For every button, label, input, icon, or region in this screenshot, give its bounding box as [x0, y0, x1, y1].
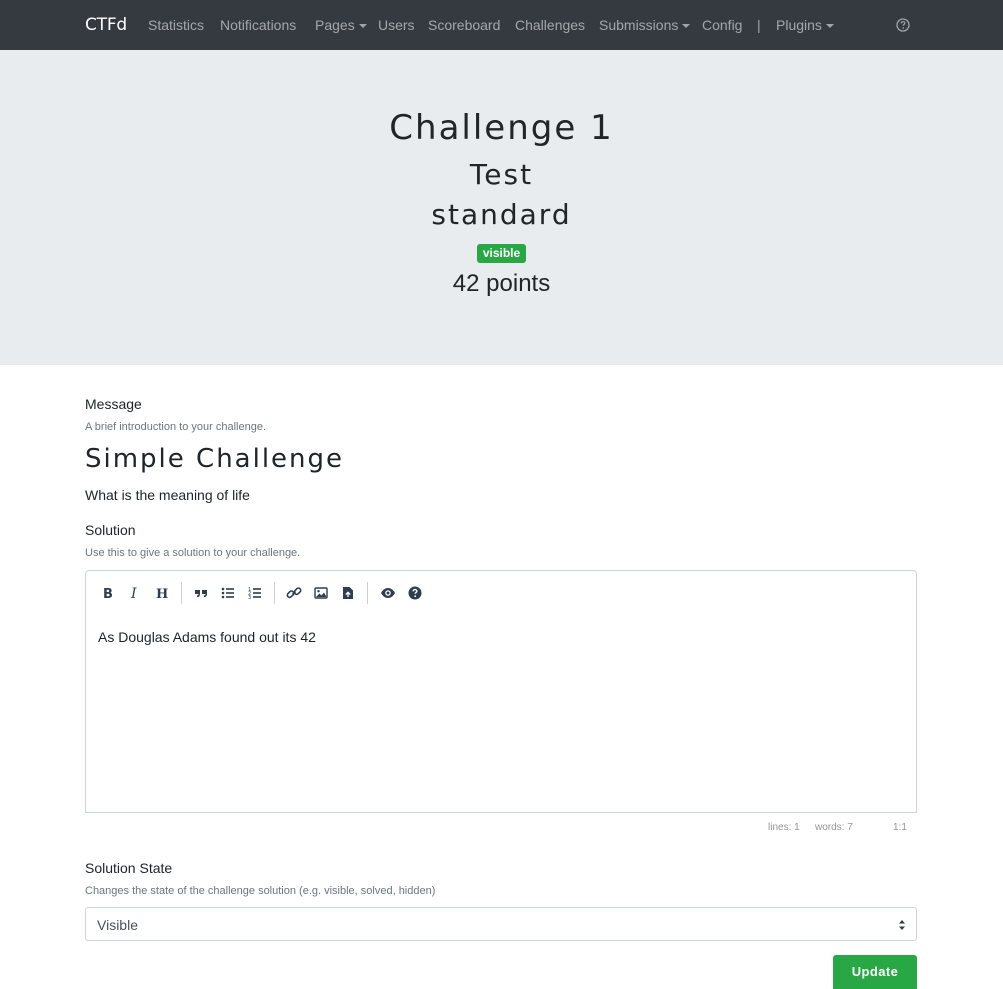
solution-state-value: Visible — [97, 917, 138, 933]
challenge-state-wrap: visible — [0, 244, 1003, 263]
caret-down-icon — [825, 24, 834, 28]
nav-pages-dropdown[interactable]: Pages — [315, 17, 367, 33]
editor-lines-count: lines: 1 — [768, 822, 800, 833]
message-help: A brief introduction to your challenge. — [85, 421, 267, 433]
nav-separator: | — [757, 17, 761, 33]
solution-state-help: Changes the state of the challenge solut… — [85, 885, 436, 897]
solution-editor[interactable]: As Douglas Adams found out its 42 — [85, 614, 917, 813]
top-navbar: CTFd Statistics Notifications Pages User… — [0, 0, 1003, 50]
solution-label: Solution — [85, 522, 136, 538]
nav-users-label: Users — [378, 17, 415, 33]
brand-link[interactable]: CTFd — [85, 15, 127, 35]
upload-file-icon[interactable] — [339, 584, 357, 602]
nav-scoreboard-label: Scoreboard — [428, 17, 501, 33]
nav-challenges-label: Challenges — [515, 17, 586, 33]
solution-state-select[interactable]: Visible — [85, 907, 917, 941]
caret-down-icon — [682, 24, 691, 28]
link-icon[interactable] — [285, 584, 303, 602]
nav-users[interactable]: Users — [378, 17, 415, 33]
guide-icon[interactable] — [406, 584, 424, 602]
toolbar-separator — [274, 582, 275, 604]
message-heading: Simple Challenge — [85, 444, 345, 474]
nav-config-label: Config — [702, 17, 743, 33]
image-icon[interactable] — [312, 584, 330, 602]
message-text: What is the meaning of life — [85, 487, 250, 503]
nav-challenges[interactable]: Challenges — [515, 17, 585, 33]
challenge-name: Challenge 1 — [389, 108, 614, 148]
svg-text:I: I — [130, 586, 137, 600]
question-circle-icon[interactable] — [896, 18, 910, 32]
nav-submissions-label: Submissions — [599, 17, 679, 33]
bold-icon[interactable]: B — [99, 584, 117, 602]
challenge-points: 42 points — [452, 270, 551, 297]
svg-text:3: 3 — [248, 595, 251, 600]
svg-text:B: B — [103, 587, 113, 600]
solution-editor-content[interactable]: As Douglas Adams found out its 42 — [98, 629, 316, 645]
heading-icon[interactable]: H — [153, 584, 171, 602]
editor-toolbar: B I H 123 — [85, 570, 917, 615]
nav-config[interactable]: Config — [702, 17, 742, 33]
message-label: Message — [85, 396, 142, 412]
ordered-list-icon[interactable]: 123 — [246, 584, 264, 602]
nav-plugins-label: Plugins — [776, 17, 822, 33]
nav-scoreboard[interactable]: Scoreboard — [428, 17, 500, 33]
status-badge: visible — [476, 244, 527, 263]
quote-icon[interactable] — [192, 584, 210, 602]
toolbar-separator — [181, 582, 182, 604]
caret-down-icon — [358, 24, 367, 28]
italic-icon[interactable]: I — [126, 584, 144, 602]
unordered-list-icon[interactable] — [219, 584, 237, 602]
solution-state-label: Solution State — [85, 860, 173, 876]
editor-cursor-position: 1:1 — [893, 822, 907, 833]
preview-icon[interactable] — [379, 584, 397, 602]
solution-help: Use this to give a solution to your chal… — [85, 547, 301, 559]
nav-submissions-dropdown[interactable]: Submissions — [599, 17, 691, 33]
challenge-category: Test — [469, 158, 534, 191]
select-arrows-icon — [898, 918, 906, 932]
nav-statistics-label: Statistics — [148, 17, 205, 33]
editor-words-count: words: 7 — [815, 822, 853, 833]
challenge-header: Challenge 1 Test standard visible 42 poi… — [0, 50, 1003, 365]
svg-text:H: H — [156, 587, 168, 600]
toolbar-separator — [367, 582, 368, 604]
challenge-type: standard — [431, 198, 572, 231]
update-button[interactable]: Update — [833, 955, 917, 989]
nav-statistics[interactable]: Statistics — [148, 17, 204, 33]
nav-notifications-label: Notifications — [220, 17, 297, 33]
nav-pages-label: Pages — [315, 17, 355, 33]
nav-plugins-dropdown[interactable]: Plugins — [776, 17, 834, 33]
nav-notifications[interactable]: Notifications — [220, 17, 296, 33]
